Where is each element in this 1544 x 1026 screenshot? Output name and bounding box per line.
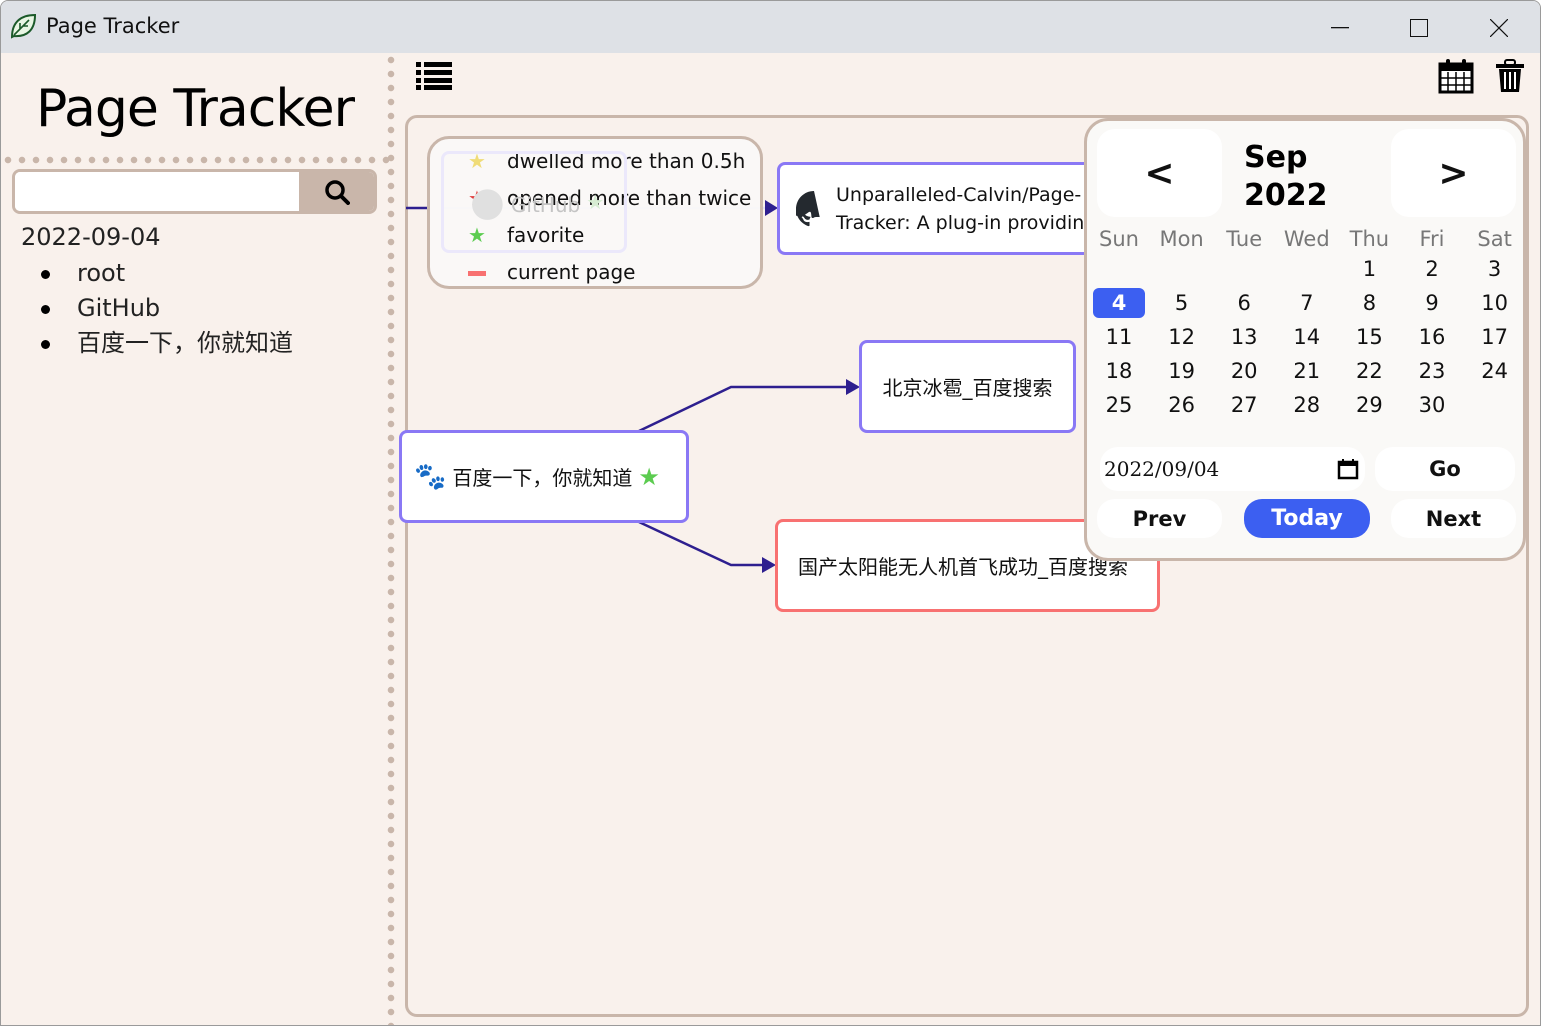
legend-item: current page xyxy=(466,260,635,284)
calendar-day[interactable]: 25 xyxy=(1088,390,1150,420)
weekday-header: Wed xyxy=(1283,227,1330,251)
app-window: Page Tracker Page Tracker 2022-09-04 roo… xyxy=(0,0,1541,1026)
baidu-paw-icon: 🐾 xyxy=(414,461,447,492)
github-icon: ● xyxy=(470,179,505,225)
weekday-header: Mon xyxy=(1159,227,1204,251)
weekday-header: Sat xyxy=(1477,227,1512,251)
calendar-day[interactable]: 12 xyxy=(1151,322,1213,352)
calendar-picker-icon[interactable] xyxy=(1337,458,1359,480)
calendar-day[interactable]: 6 xyxy=(1213,288,1275,318)
month-year: Sep 2022 xyxy=(1244,139,1328,215)
calendar-day[interactable]: 3 xyxy=(1464,254,1526,284)
calendar-day[interactable]: 18 xyxy=(1088,356,1150,386)
calendar-day[interactable]: 2 xyxy=(1401,254,1463,284)
calendar-panel: < Sep 2022 > Sun Mon Tue Wed Thu Fri Sat 1 2 3 4 5 6 7… xyxy=(1084,118,1526,561)
calendar-day[interactable]: 9 xyxy=(1401,288,1463,318)
next-day-button[interactable]: Next xyxy=(1391,499,1516,538)
calendar-day[interactable]: 1 xyxy=(1338,254,1400,284)
weekday-header: Sun xyxy=(1099,227,1139,251)
calendar-day[interactable]: 10 xyxy=(1464,288,1526,318)
github-icon xyxy=(796,190,820,226)
weekday-header: Tue xyxy=(1226,227,1263,251)
calendar-day[interactable]: 11 xyxy=(1088,322,1150,352)
go-button[interactable]: Go xyxy=(1375,447,1515,491)
calendar-day[interactable]: 29 xyxy=(1338,390,1400,420)
calendar-day[interactable]: 20 xyxy=(1213,356,1275,386)
favorite-star-icon: ★ xyxy=(638,462,660,491)
graph-node-baidu[interactable]: 🐾 百度一下，你就知道 ★ xyxy=(399,430,689,523)
edge-arrow xyxy=(846,379,860,395)
calendar-day[interactable]: 30 xyxy=(1401,390,1463,420)
weekday-header: Thu xyxy=(1349,227,1390,251)
date-input[interactable]: 2022/09/04 xyxy=(1100,447,1365,491)
calendar-day[interactable]: 4 xyxy=(1093,288,1145,318)
calendar-day[interactable]: 8 xyxy=(1338,288,1400,318)
calendar-day[interactable]: 24 xyxy=(1464,356,1526,386)
calendar-day[interactable]: 27 xyxy=(1213,390,1275,420)
calendar-day[interactable]: 15 xyxy=(1338,322,1400,352)
favorite-star-icon: ★ xyxy=(586,190,605,214)
date-input-value: 2022/09/04 xyxy=(1104,457,1220,481)
node-label: GitHub xyxy=(510,193,581,217)
calendar-day[interactable]: 16 xyxy=(1401,322,1463,352)
calendar-day[interactable]: 14 xyxy=(1276,322,1338,352)
node-label: 百度一下，你就知道 xyxy=(452,466,633,490)
calendar-day[interactable]: 13 xyxy=(1213,322,1275,352)
next-month-button[interactable]: > xyxy=(1391,129,1516,217)
today-button[interactable]: Today xyxy=(1244,499,1370,538)
calendar-day[interactable]: 23 xyxy=(1401,356,1463,386)
calendar-day[interactable]: 5 xyxy=(1151,288,1213,318)
calendar-day[interactable]: 21 xyxy=(1276,356,1338,386)
legend-label: current page xyxy=(507,260,636,284)
prev-month-button[interactable]: < xyxy=(1097,129,1222,217)
calendar-day[interactable]: 7 xyxy=(1276,288,1338,318)
node-label: 国产太阳能无人机首飞成功_百度搜索 xyxy=(798,555,1128,579)
year-label: 2022 xyxy=(1244,178,1328,213)
calendar-day[interactable]: 19 xyxy=(1151,356,1213,386)
current-page-dash-icon xyxy=(466,260,488,284)
month-label: Sep xyxy=(1244,140,1308,175)
graph-node-hail[interactable]: 北京冰雹_百度搜索 xyxy=(859,340,1076,433)
edge xyxy=(638,520,765,567)
prev-day-button[interactable]: Prev xyxy=(1097,499,1222,538)
calendar-day[interactable]: 26 xyxy=(1151,390,1213,420)
weekday-header: Fri xyxy=(1419,227,1445,251)
calendar-day[interactable]: 17 xyxy=(1464,322,1526,352)
edge-arrow xyxy=(762,557,776,573)
calendar-day[interactable]: 22 xyxy=(1338,356,1400,386)
calendar-day[interactable]: 28 xyxy=(1276,390,1338,420)
edge xyxy=(638,385,849,433)
node-label: 北京冰雹_百度搜索 xyxy=(882,376,1053,400)
graph-node-github[interactable]: ● GitHub ★ xyxy=(441,151,627,253)
